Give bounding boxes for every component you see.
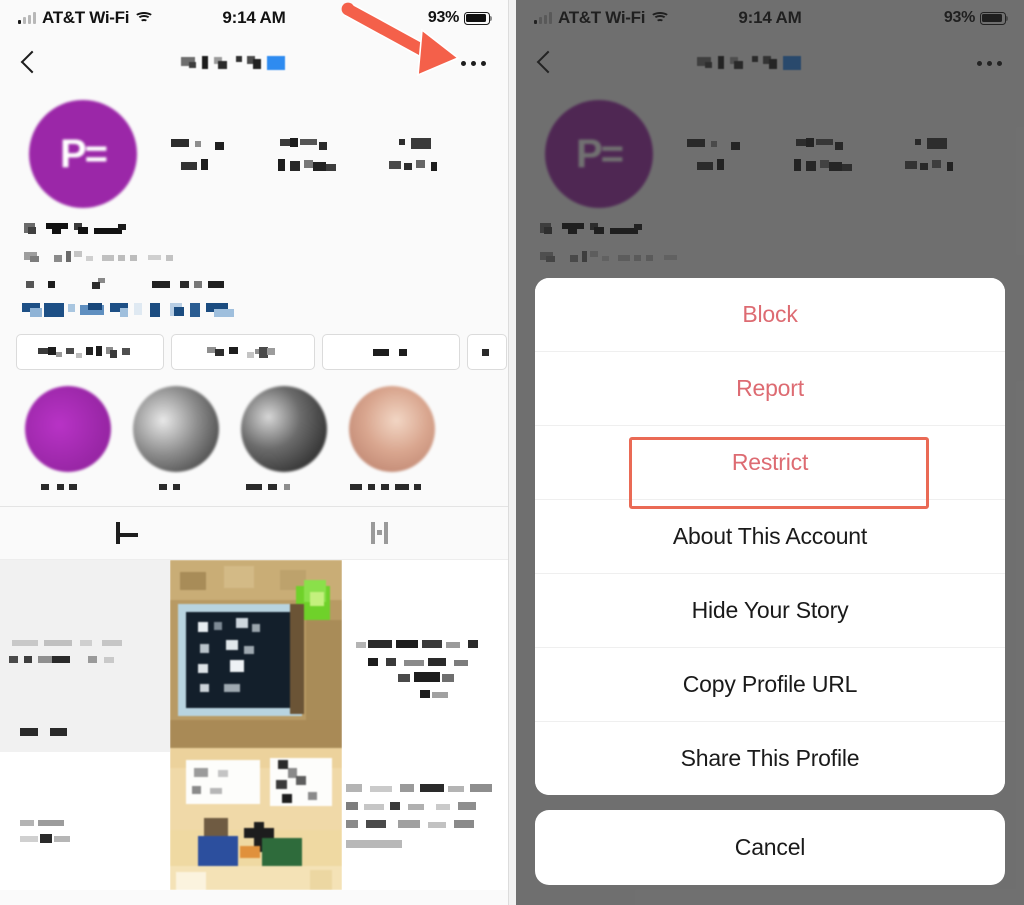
censored-stat-label bbox=[180, 158, 208, 170]
battery-percent-label: 93% bbox=[427, 9, 459, 26]
nav-bar-left bbox=[0, 36, 508, 90]
censored-button-label bbox=[373, 349, 407, 356]
back-button[interactable] bbox=[22, 51, 36, 75]
sheet-item-copy-profile-url[interactable]: Copy Profile URL bbox=[535, 647, 1005, 721]
sheet-item-restrict[interactable]: Restrict bbox=[535, 425, 1005, 499]
status-right-group: 93% bbox=[427, 9, 493, 27]
profile-header: P= bbox=[0, 90, 508, 326]
more-options-button[interactable] bbox=[461, 60, 486, 66]
sheet-item-hide-your-story[interactable]: Hide Your Story bbox=[535, 573, 1005, 647]
action-button-follow[interactable] bbox=[16, 334, 164, 370]
feed-column-left bbox=[0, 560, 170, 890]
tagged-icon bbox=[370, 522, 392, 544]
story-highlights bbox=[0, 370, 508, 498]
censored-bio-text bbox=[26, 278, 224, 289]
action-button-message[interactable] bbox=[171, 334, 315, 370]
right-phone-screen: AT&T Wi-Fi 9:14 AM 93% bbox=[516, 0, 1024, 905]
censored-bio-text bbox=[24, 251, 173, 262]
cellular-bars-icon bbox=[18, 12, 36, 24]
screenshot-root: AT&T Wi-Fi 9:14 AM 93% P= Block Report R… bbox=[0, 0, 1024, 905]
story-highlight[interactable] bbox=[126, 386, 226, 492]
profile-username-title bbox=[0, 54, 508, 72]
stat-posts[interactable] bbox=[167, 138, 241, 171]
action-sheet: Block Report Restrict About This Account… bbox=[535, 278, 1005, 795]
wifi-icon bbox=[134, 11, 155, 25]
censored-highlight-label bbox=[41, 484, 77, 490]
avatar-label: P= bbox=[59, 132, 108, 176]
post-feed bbox=[0, 559, 508, 890]
highlight-cover[interactable] bbox=[133, 386, 219, 472]
censored-highlight-label bbox=[159, 484, 180, 490]
censored-bio-link bbox=[22, 303, 234, 317]
highlight-cover[interactable] bbox=[25, 386, 111, 472]
censored-button-label bbox=[38, 346, 130, 358]
censored-stat-value bbox=[279, 137, 327, 150]
feed-column-center[interactable] bbox=[170, 560, 342, 890]
profile-stats bbox=[148, 137, 490, 171]
tab-tagged[interactable] bbox=[254, 507, 508, 559]
bio-line bbox=[22, 249, 486, 267]
sheet-item-about-this-account[interactable]: About This Account bbox=[535, 499, 1005, 573]
censored-button-label bbox=[207, 347, 275, 358]
sheet-item-block[interactable]: Block bbox=[535, 278, 1005, 351]
carrier-label: AT&T Wi-Fi bbox=[42, 8, 130, 27]
comic-post-image[interactable] bbox=[170, 560, 342, 890]
censored-post-text bbox=[342, 560, 508, 890]
action-button-email[interactable] bbox=[322, 334, 460, 370]
left-phone-screen: AT&T Wi-Fi 9:14 AM 93% P= bbox=[0, 0, 508, 905]
tab-grid[interactable] bbox=[0, 507, 254, 559]
sheet-item-report[interactable]: Report bbox=[535, 351, 1005, 425]
bio-link[interactable] bbox=[22, 303, 486, 322]
feed-column-right bbox=[342, 560, 508, 890]
bio-line bbox=[22, 276, 486, 294]
sheet-item-share-this-profile[interactable]: Share This Profile bbox=[535, 721, 1005, 795]
profile-top-row: P= bbox=[18, 100, 490, 208]
censored-stat-value bbox=[170, 138, 224, 150]
action-button-more[interactable] bbox=[467, 334, 507, 370]
censored-highlight-label bbox=[246, 484, 290, 490]
sheet-cancel-button[interactable]: Cancel bbox=[535, 810, 1005, 885]
profile-action-buttons bbox=[0, 326, 508, 370]
highlight-cover[interactable] bbox=[241, 386, 327, 472]
status-bar-left: AT&T Wi-Fi 9:14 AM 93% bbox=[0, 0, 508, 36]
censored-username bbox=[181, 55, 285, 70]
story-highlight[interactable] bbox=[342, 386, 442, 492]
censored-stat-value bbox=[399, 137, 432, 149]
censored-stat-label bbox=[277, 158, 336, 171]
bio-line bbox=[22, 222, 486, 240]
censored-post-text bbox=[0, 560, 170, 890]
avatar-container[interactable]: P= bbox=[18, 100, 148, 208]
stat-followers[interactable] bbox=[277, 137, 352, 171]
grid-icon bbox=[116, 522, 138, 544]
avatar[interactable]: P= bbox=[29, 100, 137, 208]
profile-bio bbox=[18, 208, 490, 326]
profile-tab-bar bbox=[0, 506, 508, 559]
stat-following[interactable] bbox=[389, 137, 463, 171]
story-highlight[interactable] bbox=[18, 386, 118, 492]
highlight-cover[interactable] bbox=[349, 386, 435, 472]
story-highlight[interactable] bbox=[234, 386, 334, 492]
status-left-group: AT&T Wi-Fi bbox=[18, 8, 155, 28]
battery-icon bbox=[464, 11, 493, 25]
censored-highlight-label bbox=[350, 484, 421, 490]
censored-bio-name bbox=[24, 223, 126, 234]
action-sheet-container: Block Report Restrict About This Account… bbox=[535, 278, 1005, 885]
censored-stat-label bbox=[389, 159, 438, 171]
censored-button-label bbox=[482, 349, 489, 356]
